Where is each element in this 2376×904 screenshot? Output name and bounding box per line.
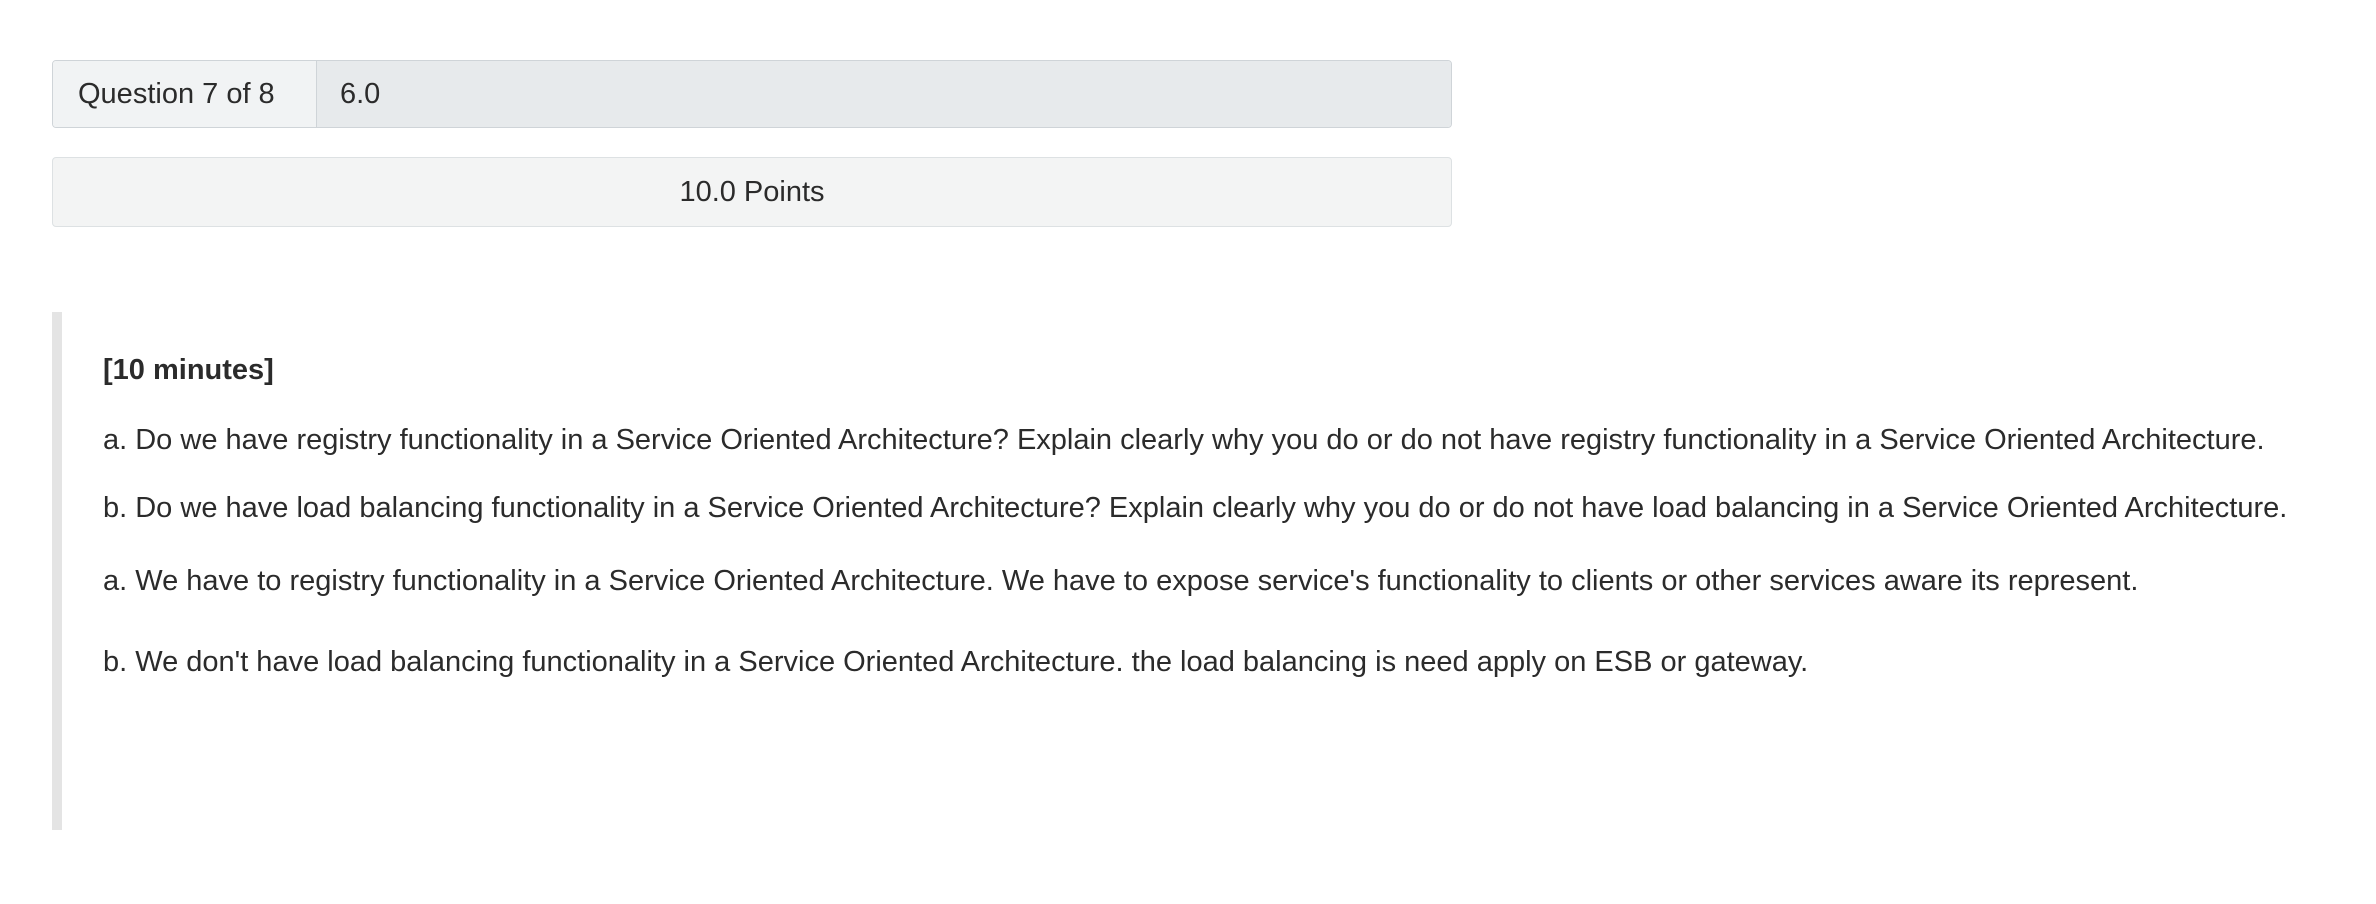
time-limit-label: [10 minutes] <box>103 354 274 386</box>
question-score: 6.0 <box>317 61 1451 127</box>
question-counter: Question 7 of 8 <box>53 61 317 127</box>
prompt-part-a: a. Do we have registry functionality in … <box>103 424 2265 456</box>
answer-part-b: b. We don't have load balancing function… <box>103 646 1809 678</box>
prompt-part-b: b. Do we have load balancing functionali… <box>103 492 2288 524</box>
points-bar: 10.0 Points <box>52 157 1452 227</box>
question-body: [10 minutes] a. Do we have registry func… <box>52 312 2352 830</box>
answer-part-a: a. We have to registry functionality in … <box>103 565 2139 597</box>
question-header: Question 7 of 8 6.0 <box>52 60 1452 128</box>
